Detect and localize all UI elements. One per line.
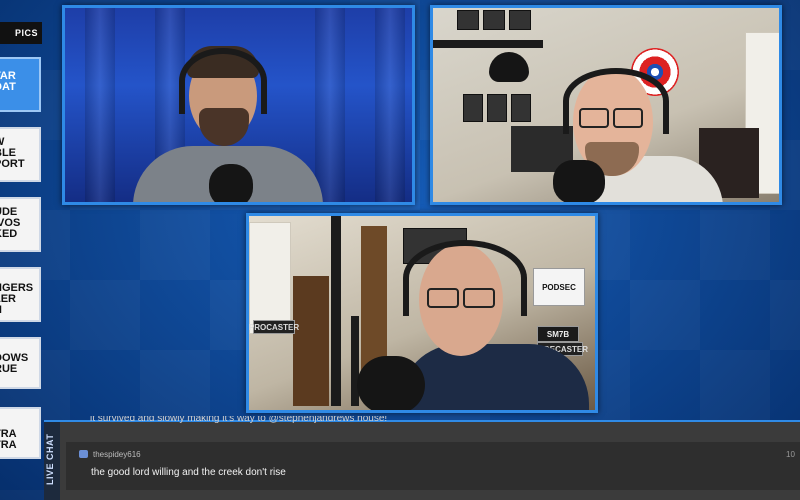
framed-picture — [487, 94, 507, 122]
live-chat-label: LIVE CHAT — [45, 433, 55, 485]
microphone-lamp — [489, 52, 529, 82]
chat-previous-message: it survived and slowly making it's way t… — [90, 416, 388, 424]
topic-feude[interactable]: UDE IVOS KED — [0, 197, 41, 252]
topic-line: N — [0, 305, 39, 316]
chat-username: thespidey616 — [93, 450, 141, 459]
topic-line: LER — [0, 293, 16, 305]
topic-star-wars[interactable]: TAR DAT — [0, 57, 41, 112]
framed-picture — [457, 10, 479, 30]
microphone — [357, 356, 425, 410]
podsec-sign: PODSEC — [533, 268, 585, 306]
bookshelf — [293, 276, 329, 406]
headphones — [563, 68, 669, 134]
person-body — [399, 344, 589, 410]
topic-line: PORT — [0, 158, 25, 170]
video-tile-host-1[interactable] — [62, 5, 415, 205]
chat-timestamp: 10 — [786, 450, 795, 459]
framed-picture — [511, 94, 531, 122]
chat-message-text: the good lord willing and the creek don'… — [91, 467, 286, 478]
framed-picture — [463, 94, 483, 122]
framed-picture — [509, 10, 531, 30]
mic-arm — [433, 40, 543, 48]
topic-line: RUE — [0, 363, 18, 375]
procaster-sign: PROCASTER — [249, 320, 299, 334]
topic-extra[interactable]: TRA TRA — [0, 407, 41, 459]
door — [249, 222, 291, 334]
topic-shadows[interactable]: DOWS RUE — [0, 337, 41, 389]
headphones — [179, 48, 267, 114]
chat-user-icon — [79, 450, 88, 458]
bookshelf — [361, 226, 387, 376]
framed-picture — [483, 10, 505, 30]
video-tile-host-2[interactable] — [430, 5, 782, 205]
topic-portable[interactable]: W BLE PORT — [0, 127, 41, 182]
topic-line: DAT — [0, 81, 16, 93]
microphone — [553, 160, 605, 202]
curtain-fold — [375, 8, 405, 202]
mic-boom — [331, 216, 341, 406]
video-tile-host-3[interactable]: PROCASTER PODSEC SM7B RODECASTER — [246, 213, 598, 413]
chat-message — [66, 442, 800, 490]
topic-line: KED — [0, 228, 18, 240]
topic-line: TRA — [0, 439, 17, 451]
curtain-fold — [85, 8, 115, 202]
microphone — [209, 164, 253, 202]
sm7b-sign: SM7B — [537, 326, 579, 342]
topics-header: PICS — [0, 22, 42, 44]
topic-avengers[interactable]: NGERS LER N — [0, 267, 41, 322]
curtain-fold — [315, 8, 345, 202]
headphones — [403, 240, 527, 316]
